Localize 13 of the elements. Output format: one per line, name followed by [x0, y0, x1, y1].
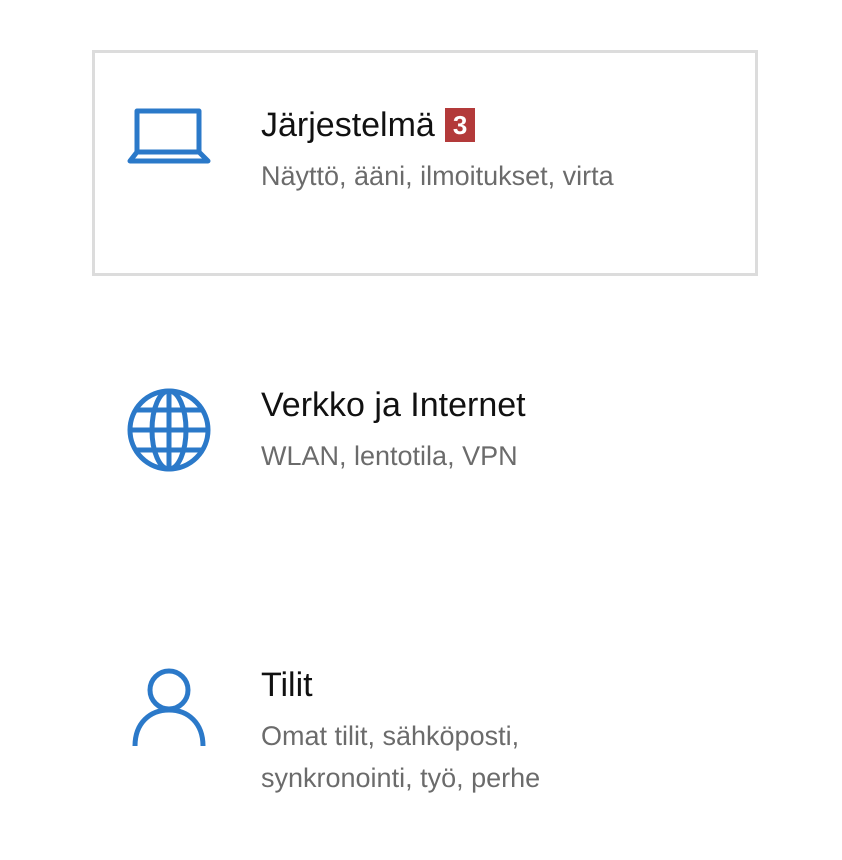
tile-title: Verkko ja Internet — [261, 385, 526, 426]
tile-title: Tilit — [261, 665, 313, 706]
settings-tile[interactable]: Järjestelmä 3 Näyttö, ääni, ilmoitukset, virta — [92, 50, 758, 276]
laptop-icon — [127, 108, 211, 164]
settings-tile[interactable]: Verkko ja Internet WLAN, lentotila, VPN — [92, 330, 758, 556]
tile-description: WLAN, lentotila, VPN — [261, 440, 519, 473]
globe-icon — [127, 388, 211, 472]
person-icon — [132, 668, 206, 748]
tile-title: Järjestelmä — [261, 105, 435, 146]
tile-description: Näyttö, ääni, ilmoitukset, virta — [261, 160, 614, 193]
settings-tile[interactable]: Tilit Omat tilit, sähköposti, synkronointi, työ, perhe — [92, 610, 758, 836]
number-badge: 3 — [444, 108, 476, 142]
tile-description: Omat tilit, sähköposti, synkronointi, työ, perhe — [261, 720, 540, 795]
